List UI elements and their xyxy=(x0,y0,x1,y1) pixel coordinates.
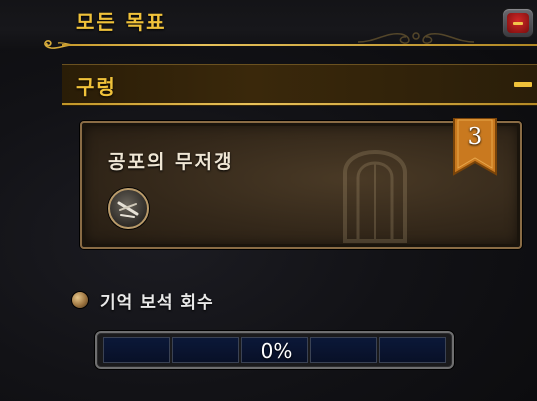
quest-name: 공포의 무저갱 xyxy=(108,151,234,173)
close-button[interactable] xyxy=(502,8,534,38)
objective-label: 기억 보석 회수 xyxy=(100,293,214,313)
section-title: 구렁 xyxy=(76,75,117,99)
close-icon xyxy=(507,13,529,33)
quest-rank: 3 xyxy=(467,124,483,150)
objectives-panel: 모든 목표 구렁 공포의 무저갱 3 기억 보석 회수 0% xyxy=(0,0,537,401)
progress-text: 0% xyxy=(260,339,293,363)
door-watermark-icon xyxy=(343,150,407,243)
panel-header: 모든 목표 xyxy=(0,0,537,50)
section-header[interactable]: 구렁 xyxy=(62,64,537,106)
dungeon-emblem-icon xyxy=(108,188,149,229)
objective-progress-bar: 0% xyxy=(95,331,454,369)
minus-icon[interactable] xyxy=(514,82,532,87)
bronze-orb-icon xyxy=(72,292,88,308)
header-divider xyxy=(62,44,537,46)
section-divider xyxy=(62,103,537,105)
panel-title: 모든 목표 xyxy=(76,10,167,34)
